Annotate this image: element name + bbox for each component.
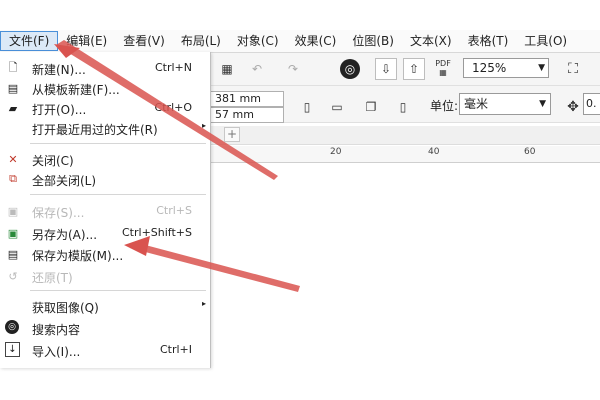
horizontal-ruler: 20 40 60 <box>210 146 600 163</box>
page-width-field[interactable]: 381 mm <box>210 91 284 107</box>
menu-separator <box>30 290 206 291</box>
folder-open-icon: ▰ <box>8 101 18 115</box>
ruler-tick-label: 40 <box>428 147 440 157</box>
unit-value: 毫米 <box>464 97 489 111</box>
menu-view[interactable]: 查看(V) <box>115 31 173 51</box>
zoom-level-select[interactable]: 125% ▼ <box>463 58 549 78</box>
menu-file[interactable]: 文件(F) <box>0 31 59 51</box>
save-as-icon: ▣ <box>7 226 19 240</box>
chevron-down-icon: ▼ <box>539 99 546 109</box>
import-icon[interactable]: ⇩ <box>375 58 397 80</box>
save-template-icon: ▤ <box>7 247 19 261</box>
revert-icon: ↺ <box>8 269 18 283</box>
menu-item-label: 保存(S)... <box>32 206 85 220</box>
menu-item-save-as[interactable]: ▣ 另存为(A)... Ctrl+Shift+S <box>0 223 210 243</box>
menu-item-shortcut: Ctrl+S <box>156 204 192 217</box>
undo-icon[interactable]: ↶ <box>246 58 268 80</box>
menu-item-import[interactable]: ↓ 导入(I)... Ctrl+I <box>0 340 210 360</box>
menu-item-acquire-image[interactable]: 获取图像(Q) ▸ <box>0 296 210 316</box>
import-icon: ↓ <box>5 342 20 357</box>
menu-item-open-recent[interactable]: 打开最近用过的文件(R) ▸ <box>0 118 210 138</box>
page-height-value: 57 mm <box>215 108 254 121</box>
ruler-tick-label: 60 <box>524 147 536 157</box>
new-doc-icon: 🗋 <box>8 60 18 74</box>
menu-item-label: 另存为(A)... <box>32 228 98 242</box>
publish-pdf-icon[interactable]: PDF ▦ <box>432 59 454 77</box>
menu-item-search-content[interactable]: ◎ 搜索内容 <box>0 318 210 338</box>
submenu-arrow-icon: ▸ <box>201 299 206 308</box>
menu-item-shortcut: Ctrl+Shift+S <box>122 226 192 239</box>
page-width-value: 381 mm <box>215 92 261 105</box>
page-height-field[interactable]: 57 mm <box>210 107 284 123</box>
unit-select[interactable]: 毫米 ▼ <box>459 93 551 115</box>
menu-item-revert: ↺ 还原(T) <box>0 266 210 286</box>
menu-bitmap[interactable]: 位图(B) <box>344 31 402 51</box>
nudge-distance-field[interactable]: 0. <box>583 93 600 115</box>
submenu-arrow-icon: ▸ <box>201 121 206 130</box>
menu-item-shortcut: Ctrl+I <box>159 343 192 356</box>
menu-item-label: 关闭(C) <box>32 154 74 168</box>
menu-item-close-all[interactable]: ⧉ 全部关闭(L) <box>0 169 210 189</box>
menu-separator <box>30 194 206 195</box>
menu-separator <box>30 143 206 144</box>
menu-item-label: 还原(T) <box>32 271 73 285</box>
menu-item-close[interactable]: ✕ 关闭(C) <box>0 149 210 169</box>
menu-item-label: 打开最近用过的文件(R) <box>32 123 158 137</box>
ruler-tick-label: 20 <box>330 147 342 157</box>
menu-item-label: 获取图像(Q) <box>32 301 99 315</box>
menu-item-label: 打开(O)... <box>32 103 87 117</box>
menu-item-label: 保存为模版(M)... <box>32 249 124 263</box>
menu-item-shortcut: Ctrl+O <box>154 101 192 114</box>
menu-item-label: 全部关闭(L) <box>32 174 97 188</box>
unit-label: 单位: <box>430 99 459 113</box>
menu-item-new[interactable]: 🗋 新建(N)... Ctrl+N <box>0 58 210 78</box>
nudge-distance-value: 0. <box>586 97 597 110</box>
menu-item-label: 新建(N)... <box>32 63 86 77</box>
toolbar-grip-icon: ▦ <box>221 62 233 76</box>
menu-item-label: 从模板新建(F)... <box>32 83 120 97</box>
file-menu-dropdown: 🗋 新建(N)... Ctrl+N ▤ 从模板新建(F)... ▰ 打开(O).… <box>0 52 211 368</box>
full-screen-icon[interactable]: ⛶ <box>562 58 584 80</box>
menu-effects[interactable]: 效果(C) <box>287 31 345 51</box>
menu-bar: 文件(F) 编辑(E) 查看(V) 布局(L) 对象(C) 效果(C) 位图(B… <box>0 30 600 53</box>
save-icon: ▣ <box>7 204 19 218</box>
all-pages-icon[interactable]: ❐ <box>360 96 382 118</box>
zoom-level-value: 125% <box>472 61 507 75</box>
export-icon[interactable]: ⇧ <box>403 58 425 80</box>
menu-tools[interactable]: 工具(O) <box>516 31 575 51</box>
menu-item-open[interactable]: ▰ 打开(O)... Ctrl+O <box>0 98 210 118</box>
menu-item-save: ▣ 保存(S)... Ctrl+S <box>0 201 210 221</box>
chevron-down-icon: ▼ <box>538 63 545 73</box>
nudge-distance-icon: ✥ <box>567 99 579 115</box>
menu-edit[interactable]: 编辑(E) <box>58 31 115 51</box>
menu-text[interactable]: 文本(X) <box>402 31 460 51</box>
close-doc-icon: ✕ <box>8 152 18 166</box>
menu-object[interactable]: 对象(C) <box>229 31 287 51</box>
document-tabs: + <box>210 126 600 145</box>
corel-connect-icon[interactable]: ◎ <box>340 59 360 79</box>
redo-icon[interactable]: ↷ <box>282 58 304 80</box>
add-tab-button[interactable]: + <box>224 127 240 142</box>
pdf-label: PDF <box>435 59 451 68</box>
template-new-icon: ▤ <box>7 81 19 95</box>
close-all-icon: ⧉ <box>9 172 17 185</box>
portrait-icon[interactable]: ▯ <box>296 96 318 118</box>
menu-layout[interactable]: 布局(L) <box>173 31 229 51</box>
menu-item-save-as-template[interactable]: ▤ 保存为模版(M)... <box>0 244 210 264</box>
current-page-icon[interactable]: ▯ <box>392 96 414 118</box>
menu-table[interactable]: 表格(T) <box>460 31 517 51</box>
drawing-canvas[interactable] <box>210 163 600 400</box>
landscape-icon[interactable]: ▭ <box>326 96 348 118</box>
menu-item-label: 搜索内容 <box>32 323 81 337</box>
menu-item-label: 导入(I)... <box>32 345 81 359</box>
menu-item-shortcut: Ctrl+N <box>154 61 192 74</box>
search-content-icon: ◎ <box>5 320 19 334</box>
menu-item-new-from-template[interactable]: ▤ 从模板新建(F)... <box>0 78 210 98</box>
